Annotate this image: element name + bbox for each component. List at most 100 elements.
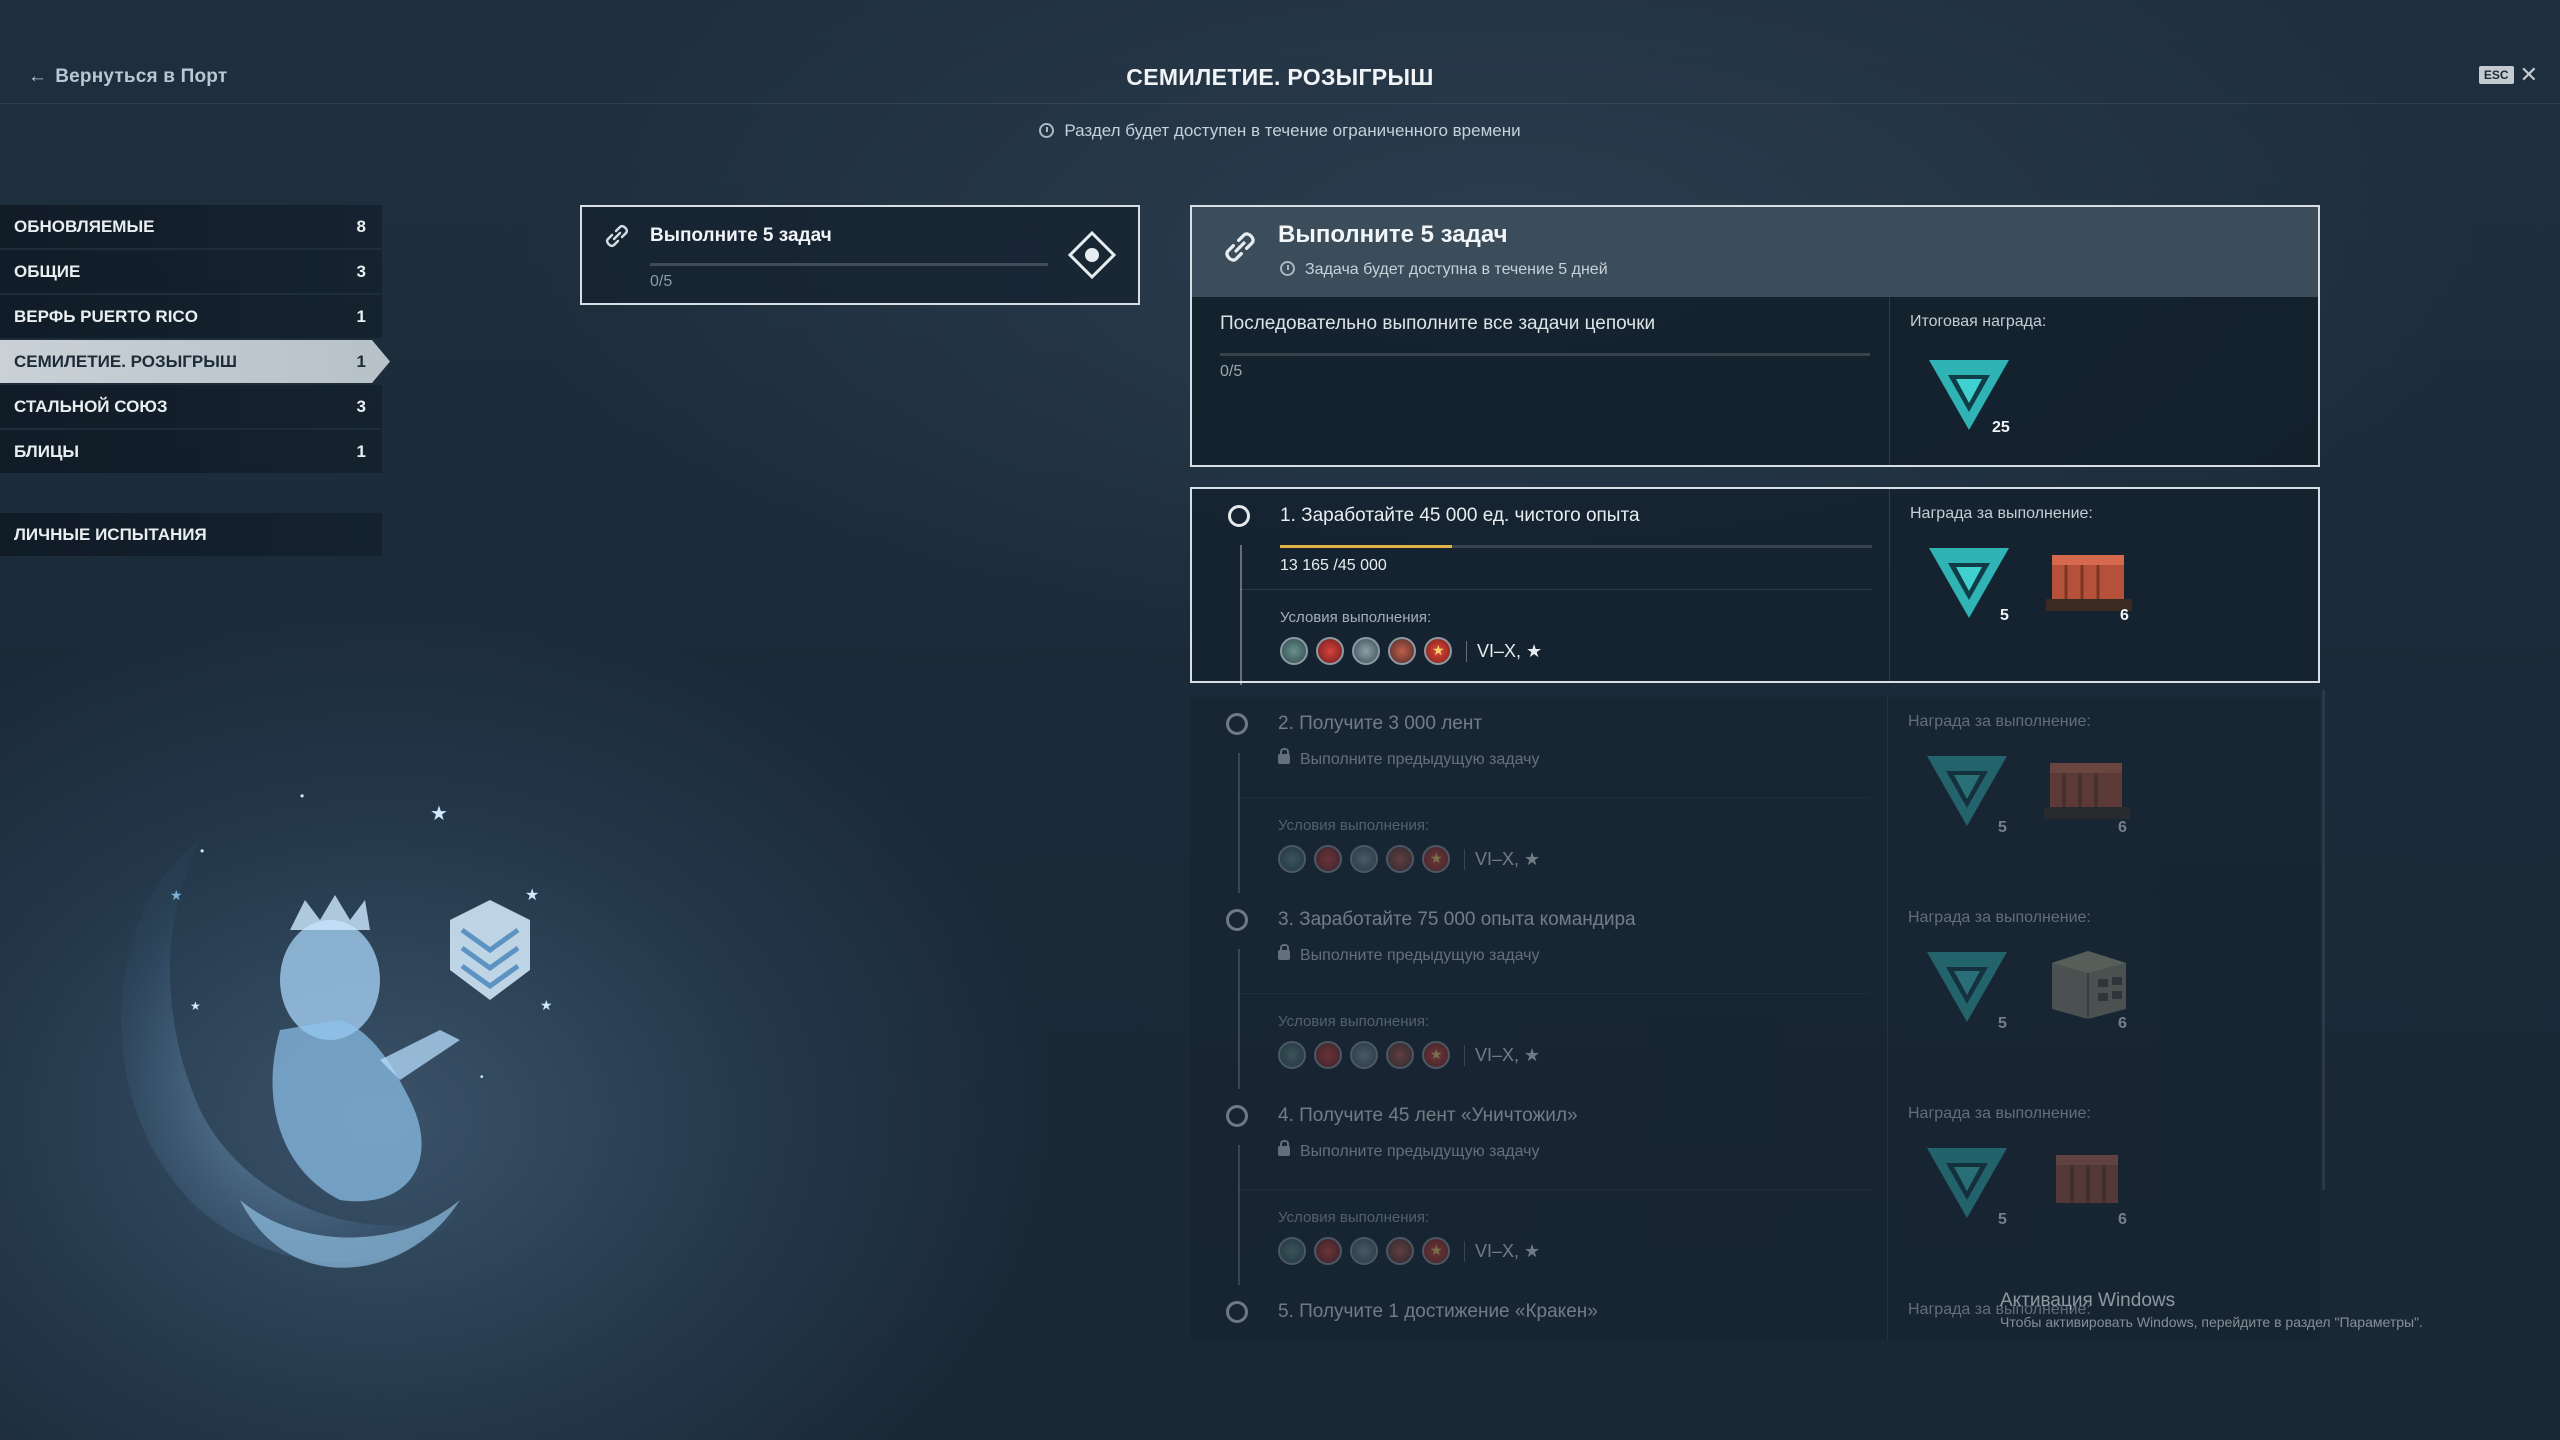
close-button[interactable]: ESC ✕ [2478,62,2538,87]
task-title: 3. Заработайте 75 000 опыта командира [1278,909,1636,930]
chain-connector-line [1238,949,1240,1089]
sidebar-item-count: 1 [356,306,366,326]
task-row-1[interactable]: 1. Заработайте 45 000 ед. чистого опыта … [1190,487,2320,685]
chain-connector-line [1238,753,1240,893]
container-crate-icon[interactable] [2050,1145,2130,1217]
conditions-label: Условия выполнения: [1278,817,1430,834]
chain-card-title: Выполните 5 задач [650,225,832,246]
divider [1887,893,1888,1089]
chain-link-icon [1225,232,1255,262]
conditions-icons: VI–X, ★ [1280,637,1542,665]
ship-class-carrier-icon [1386,1041,1414,1069]
task-status-circle [1226,713,1248,735]
task-title: 4. Получите 45 лент «Уничтожил» [1278,1105,1578,1126]
chain-card-progress-bar [650,263,1048,266]
clock-icon [1280,261,1295,276]
svg-text:★: ★ [540,997,553,1013]
ship-class-cruiser-icon [1314,845,1342,873]
divider [1240,589,1872,590]
lock-text: Выполните предыдущую задачу [1300,1143,1540,1160]
container-crate-icon[interactable] [2044,753,2134,825]
ship-class-destroyer-icon [1278,1237,1306,1265]
task-status-circle [1226,1301,1248,1323]
windows-activation-text: Чтобы активировать Windows, перейдите в … [2000,1314,2423,1330]
chain-card[interactable]: Выполните 5 задач 0/5 [580,205,1140,305]
ship-class-destroyer-icon [1278,845,1306,873]
svg-text:★: ★ [525,887,539,904]
close-icon: ✕ [2519,62,2538,87]
ship-class-submarine-icon [1422,845,1450,873]
conditions-icons: VI–X, ★ [1278,1237,1540,1265]
anniversary-token-icon[interactable] [1924,753,2010,829]
ship-class-submarine-icon [1422,1237,1450,1265]
time-notice: Раздел будет доступен в течение ограниче… [0,121,2560,141]
sidebar-item-general[interactable]: ОБЩИЕ 3 [0,250,382,293]
task-title: 1. Заработайте 45 000 ед. чистого опыта [1280,505,1640,526]
lock-icon [1278,748,1290,764]
top-bar: ← Вернуться в Порт СЕМИЛЕТИЕ. РОЗЫГРЫШ ES… [0,0,2560,104]
task-progress: 13 165 /45 000 [1280,557,1387,574]
sidebar-item-updated[interactable]: ОБНОВЛЯЕМЫЕ 8 [0,205,382,248]
ship-class-destroyer-icon [1280,637,1308,665]
sidebar-item-steel-alliance[interactable]: СТАЛЬНОЙ СОЮЗ 3 [0,385,382,428]
ship-class-battleship-icon [1350,1237,1378,1265]
task-row-4[interactable]: 4. Получите 45 лент «Уничтожил» Выполнит… [1190,1089,2320,1285]
sidebar-item-blitz[interactable]: БЛИЦЫ 1 [0,430,382,473]
task-row-3[interactable]: 3. Заработайте 75 000 опыта командира Вы… [1190,893,2320,1089]
sidebar-item-label: ОБЩИЕ [14,261,81,281]
sidebar-item-label: СТАЛЬНОЙ СОЮЗ [14,396,168,416]
subtitle-text: Задача будет доступна в течение 5 дней [1305,261,1608,278]
sidebar-item-anniversary[interactable]: СЕМИЛЕТИЕ. РОЗЫГРЫШ 1 [0,340,390,383]
reward-label: Награда за выполнение: [1908,909,2091,926]
reward-count: 6 [2118,1015,2127,1032]
sidebar-item-label: ВЕРФЬ PUERTO RICO [14,306,198,326]
conditions-label: Условия выполнения: [1278,1013,1430,1030]
svg-text:★: ★ [190,999,201,1013]
task-title: 5. Получите 1 достижение «Кракен» [1278,1301,1598,1322]
divider [1887,1089,1888,1285]
windows-activation-title: Активация Windows [2000,1290,2176,1311]
sidebar-item-personal-challenges[interactable]: ЛИЧНЫЕ ИСПЫТАНИЯ [0,513,382,556]
final-reward-label: Итоговая награда: [1910,313,2047,330]
page-title: СЕМИЛЕТИЕ. РОЗЫГРЫШ [1126,64,1434,90]
svg-text:•: • [480,1072,484,1083]
notice-text: Раздел будет доступен в течение ограниче… [1064,121,1521,140]
chain-link-icon [606,225,628,247]
reward-label: Награда за выполнение: [1908,713,2091,730]
sidebar-item-count: 8 [356,216,366,236]
lock-icon [1278,1140,1290,1156]
task-status-circle [1226,1105,1248,1127]
anniversary-token-icon[interactable] [1924,949,2010,1025]
svg-text:★: ★ [430,803,448,825]
ship-class-battleship-icon [1352,637,1380,665]
tier-range: VI–X, ★ [1464,1044,1540,1066]
conditions-label: Условия выполнения: [1278,1209,1430,1226]
task-row-2[interactable]: 2. Получите 3 000 лент Выполните предыду… [1190,697,2320,893]
svg-text:•: • [200,844,204,858]
ship-class-cruiser-icon [1314,1237,1342,1265]
reward-label: Награда за выполнение: [1910,505,2093,522]
sidebar-item-shipyard[interactable]: ВЕРФЬ PUERTO RICO 1 [0,295,382,338]
chain-connector-line [1240,545,1242,685]
reward-label: Награда за выполнение: [1908,1105,2091,1122]
lock-notice: Выполните предыдущую задачу [1278,1140,1540,1161]
divider [1887,1285,1888,1340]
reward-count: 5 [2000,607,2009,624]
reward-count: 5 [1998,1211,2007,1228]
ship-class-submarine-icon [1424,637,1452,665]
ship-class-destroyer-icon [1278,1041,1306,1069]
anniversary-token-icon[interactable] [1924,1145,2010,1221]
svg-text:★: ★ [170,887,183,903]
lock-notice: Выполните предыдущую задачу [1278,944,1540,965]
conditions-icons: VI–X, ★ [1278,1041,1540,1069]
scrollbar[interactable] [2322,690,2325,1190]
lock-notice: Выполните предыдущую задачу [1278,748,1540,769]
chain-progress: 0/5 [1220,363,1243,380]
task-progress-fill [1280,545,1452,548]
sidebar: ОБНОВЛЯЕМЫЕ 8 ОБЩИЕ 3 ВЕРФЬ PUERTO RICO 1 С… [0,205,390,558]
sidebar-item-count: 3 [356,396,366,416]
ship-class-battleship-icon [1350,1041,1378,1069]
ship-class-submarine-icon [1422,1041,1450,1069]
chain-card-progress: 0/5 [650,273,673,290]
supply-box-icon[interactable] [2044,945,2134,1021]
